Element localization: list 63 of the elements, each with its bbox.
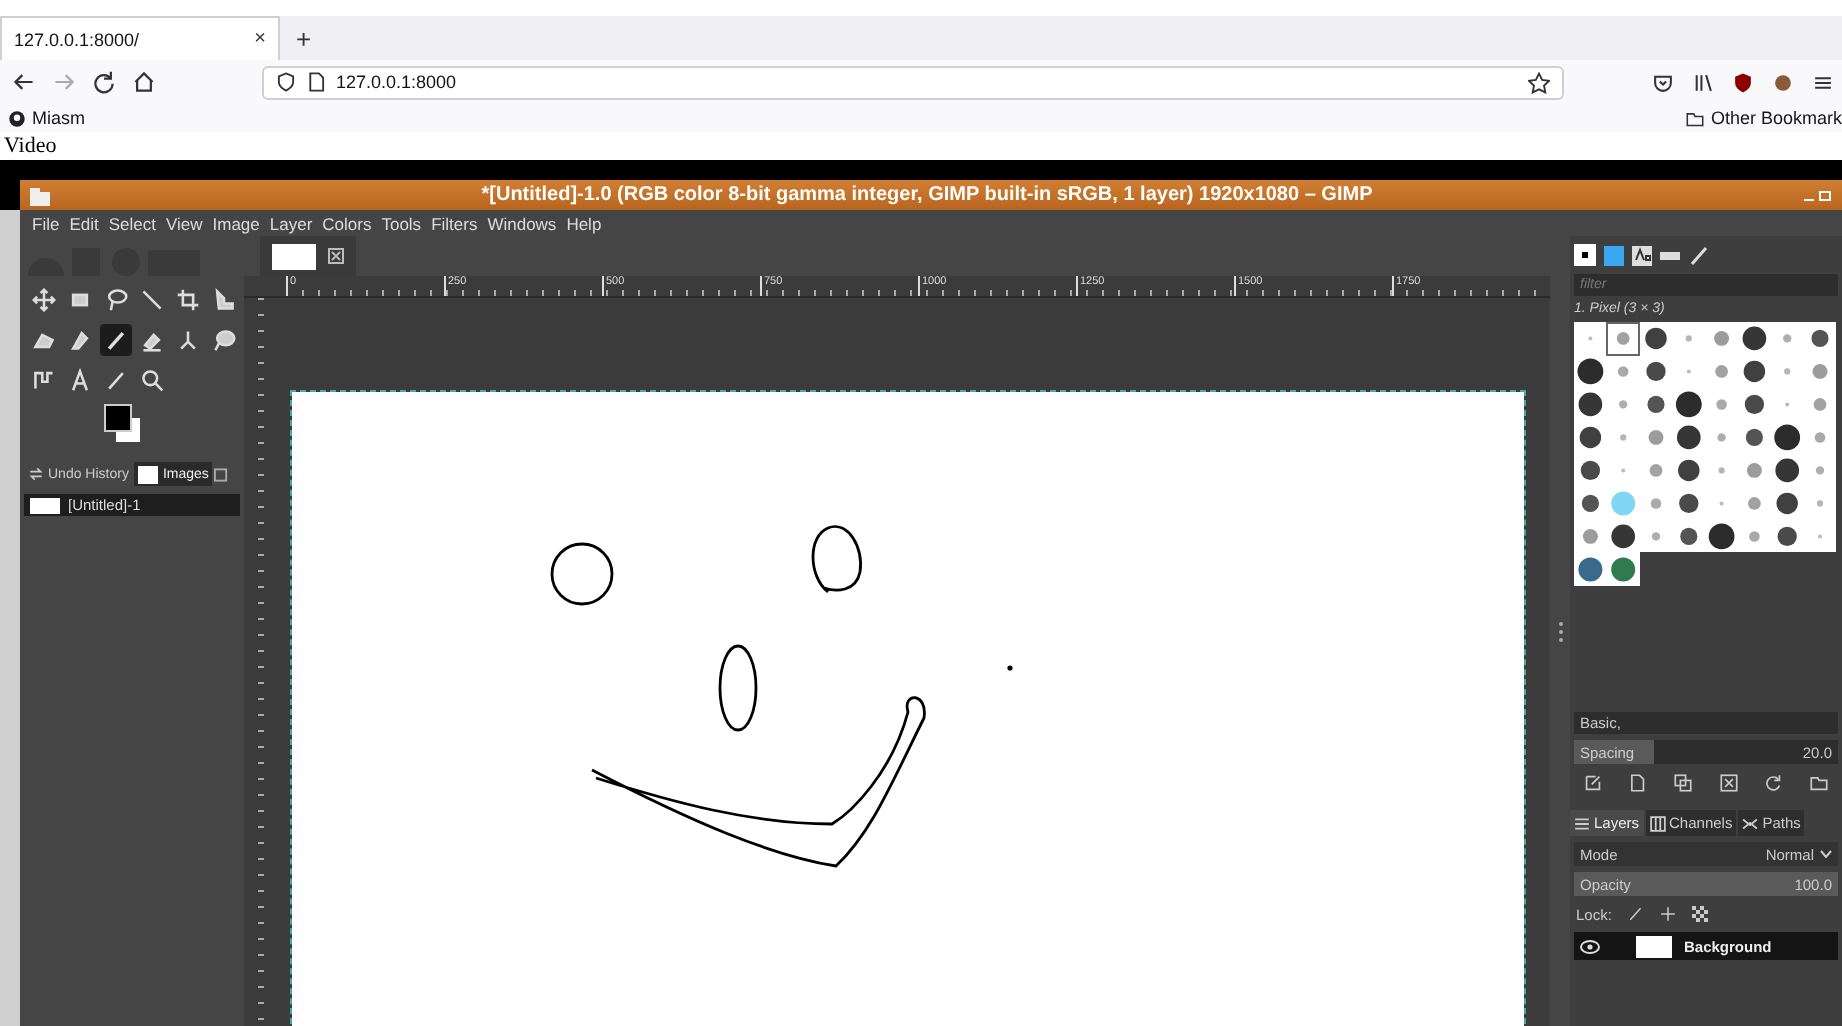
shield-icon[interactable]	[276, 72, 296, 92]
menu-item[interactable]: View	[165, 213, 203, 233]
address-bar[interactable]: 127.0.0.1:8000	[262, 65, 1564, 99]
move-icon[interactable]	[28, 284, 60, 316]
reload-icon[interactable]	[92, 70, 116, 94]
back-icon[interactable]	[12, 70, 36, 94]
folder-icon[interactable]	[1810, 773, 1829, 791]
close-icon[interactable]	[328, 248, 344, 264]
new-tab-button[interactable]: +	[280, 23, 328, 53]
window-title: *[Untitled]-1.0 (RGB color 8-bit gamma integer, GIMP built-in sRGB, 1 layer) 1920x1080 – GIMP	[479, 184, 1375, 206]
layers-icon	[1574, 815, 1590, 831]
edit-icon[interactable]	[1583, 773, 1602, 791]
folder-icon	[1686, 109, 1705, 127]
home-icon[interactable]	[132, 70, 156, 94]
move-icon[interactable]	[1659, 906, 1676, 922]
paintbrush-icon[interactable]	[100, 324, 132, 356]
menu-icon[interactable]	[1812, 71, 1834, 93]
bookmark-link[interactable]: Miasm	[32, 108, 85, 128]
undo-icon	[28, 466, 44, 482]
panel-menu-icon[interactable]	[214, 467, 228, 481]
delete-icon[interactable]	[1719, 773, 1738, 791]
crop-icon[interactable]	[172, 284, 204, 316]
menu-item[interactable]: Tools	[381, 213, 422, 233]
checkerboard-icon[interactable]	[1691, 906, 1708, 922]
pattern-icon[interactable]	[1603, 245, 1623, 265]
other-bookmarks-folder[interactable]: Other Bookmark	[1710, 108, 1842, 128]
menu-item[interactable]: Filters	[431, 213, 478, 233]
menu-item[interactable]: Help	[566, 213, 602, 233]
menu-item[interactable]: Windows	[487, 213, 557, 233]
font-icon[interactable]	[1631, 245, 1651, 265]
browser-tab[interactable]: 127.0.0.1:8000/ ×	[0, 16, 280, 60]
github-icon	[8, 109, 26, 127]
pocket-icon[interactable]	[1652, 71, 1674, 93]
page-icon	[306, 72, 326, 92]
page-heading: Video	[2, 132, 59, 160]
channels-icon	[1649, 815, 1666, 831]
menu-item[interactable]: Edit	[69, 213, 99, 233]
new-icon[interactable]	[1628, 773, 1647, 791]
refresh-icon[interactable]	[1764, 773, 1783, 791]
smudge-icon[interactable]	[208, 324, 240, 356]
brush-thumbnails-drawing[interactable]	[1574, 322, 1836, 586]
menu-item[interactable]: Layer	[269, 213, 313, 233]
app-icon	[28, 185, 52, 205]
magnifier-icon[interactable]	[136, 364, 168, 396]
menu-item[interactable]: Image	[212, 213, 260, 233]
brushes-tab[interactable]	[1574, 244, 1596, 266]
tab-close-button[interactable]: ×	[254, 28, 266, 50]
image-thumbnail	[138, 465, 159, 483]
eye-icon[interactable]	[1580, 939, 1600, 953]
star-icon[interactable]	[1528, 71, 1550, 93]
duplicate-icon[interactable]	[1674, 773, 1693, 791]
drag-handle-icon[interactable]	[1557, 619, 1563, 643]
pencil-icon[interactable]	[1627, 906, 1644, 922]
menu-item[interactable]: File	[32, 213, 60, 233]
shield-icon[interactable]	[1732, 71, 1754, 93]
menu-item[interactable]: Colors	[322, 213, 372, 233]
menu-item[interactable]: Select	[108, 213, 156, 233]
maximize-icon[interactable]	[1818, 187, 1834, 203]
image-tab[interactable]	[260, 236, 356, 276]
paths-icon	[1742, 815, 1759, 831]
pencil-icon[interactable]	[1687, 245, 1707, 265]
library-icon[interactable]	[1692, 71, 1714, 93]
chevron-down-icon	[1820, 850, 1832, 858]
